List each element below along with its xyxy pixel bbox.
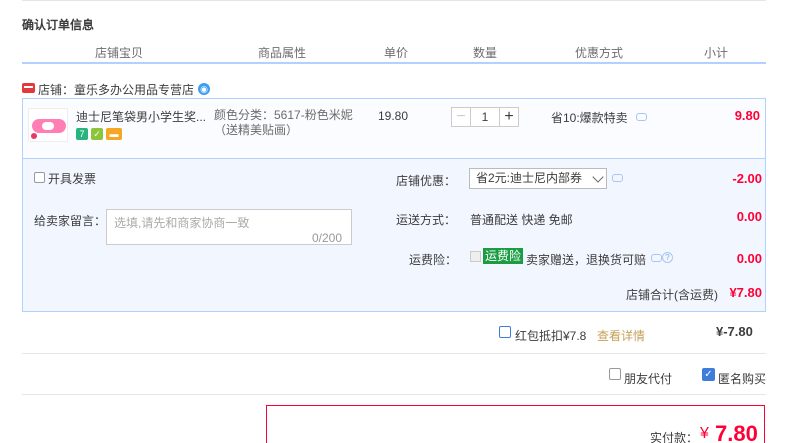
anonymous-label: 匿名购买 bbox=[718, 372, 767, 386]
insurance-label: 运费险： bbox=[409, 253, 458, 267]
header-item: 店铺宝贝 bbox=[95, 46, 144, 60]
invoice-checkbox[interactable] bbox=[34, 172, 45, 183]
comment-icon[interactable] bbox=[636, 113, 647, 121]
shop-discount-label: 店铺优惠： bbox=[396, 174, 457, 188]
header-price: 单价 bbox=[384, 46, 409, 60]
friend-pay-label: 朋友代付 bbox=[624, 372, 673, 386]
page-title: 确认订单信息 bbox=[22, 18, 95, 32]
message-placeholder: 选填,请先和商家协商一致 bbox=[114, 216, 250, 230]
comment-icon[interactable] bbox=[651, 254, 662, 262]
shop-icon bbox=[22, 83, 35, 93]
quantity-input[interactable]: 1 bbox=[471, 107, 499, 127]
chevron-down-icon bbox=[592, 171, 604, 183]
shop-discount-select[interactable]: 省2元:迪士尼内部券 bbox=[469, 168, 607, 189]
anonymous-checkbox[interactable]: ✓ bbox=[702, 368, 715, 381]
quantity-minus-button[interactable]: − bbox=[451, 107, 471, 127]
shop-name-link[interactable]: 店铺：童乐多办公用品专营店 bbox=[38, 81, 194, 98]
product-properties: 颜色分类：5617-粉色米妮（送精美贴画） bbox=[214, 108, 353, 137]
quantity-stepper: − 1 + bbox=[451, 107, 519, 127]
payment-total: 7.80 bbox=[715, 421, 758, 443]
guarantee-icon: ✓ bbox=[91, 128, 103, 140]
red-packet-value: ¥-7.80 bbox=[716, 324, 753, 339]
message-label: 给卖家留言： bbox=[34, 214, 107, 228]
header-props: 商品属性 bbox=[258, 46, 307, 60]
invoice-label: 开具发票 bbox=[48, 172, 97, 186]
shipping-value: 0.00 bbox=[736, 209, 762, 224]
insurance-tag: 运费险 bbox=[483, 248, 524, 264]
header-quantity: 数量 bbox=[473, 46, 498, 60]
top-divider bbox=[22, 0, 766, 1]
quantity-plus-button[interactable]: + bbox=[499, 107, 519, 127]
header-promo: 优惠方式 bbox=[575, 46, 624, 60]
header-subtotal: 小计 bbox=[704, 46, 729, 60]
promo-text: 省10:爆款特卖 bbox=[551, 111, 628, 125]
item-subtotal: 9.80 bbox=[734, 108, 760, 123]
wangwang-chat-icon[interactable]: ◉ bbox=[198, 83, 210, 95]
shop-discount-selected: 省2元:迪士尼内部券 bbox=[476, 171, 583, 185]
shipping-method: 普通配送 快递 免邮 bbox=[470, 213, 573, 227]
shop-total-label: 店铺合计(含运费) bbox=[626, 288, 718, 302]
red-packet-details-link[interactable]: 查看详情 bbox=[597, 327, 645, 344]
credit-card-icon: ▬ bbox=[106, 128, 122, 140]
order-item-row bbox=[22, 98, 766, 158]
insurance-text: 卖家赠送，退换货可赔 bbox=[526, 253, 647, 267]
seven-day-return-icon: 7 bbox=[76, 128, 88, 140]
shop-discount-value: -2.00 bbox=[732, 171, 762, 186]
red-packet-checkbox[interactable] bbox=[499, 326, 511, 338]
payment-label: 实付款： bbox=[650, 431, 699, 443]
header-divider bbox=[22, 62, 766, 64]
red-packet-label: 红包抵扣¥7.8 bbox=[515, 329, 587, 343]
message-char-count: 0/200 bbox=[312, 231, 343, 245]
insurance-checkbox bbox=[470, 251, 481, 262]
product-thumbnail[interactable] bbox=[28, 108, 68, 142]
friend-pay-checkbox[interactable] bbox=[609, 368, 621, 380]
divider bbox=[22, 353, 766, 354]
product-name-link[interactable]: 迪士尼笔袋男小学生奖... bbox=[76, 108, 211, 125]
help-icon[interactable]: ? bbox=[662, 252, 673, 263]
divider bbox=[22, 394, 766, 395]
shop-total-value: ¥7.80 bbox=[729, 285, 762, 300]
unit-price: 19.80 bbox=[378, 109, 409, 123]
shipping-label: 运送方式： bbox=[396, 213, 457, 227]
payment-currency: ¥ bbox=[700, 425, 709, 442]
insurance-value: 0.00 bbox=[736, 251, 762, 266]
comment-icon[interactable] bbox=[612, 174, 623, 182]
